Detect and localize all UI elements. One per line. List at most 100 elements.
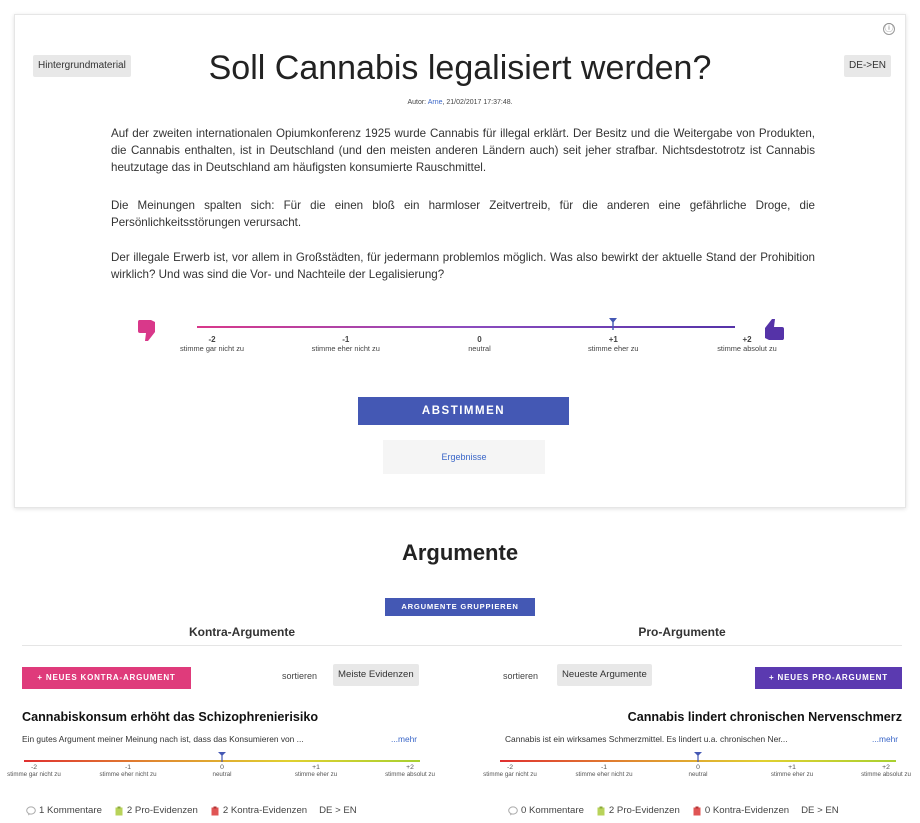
scale-tick[interactable]: 0 neutral (440, 335, 520, 353)
clipboard-icon (115, 806, 123, 815)
scale-marker-icon[interactable] (608, 318, 618, 330)
kontra-argument-text: Ein gutes Argument meiner Meinung nach i… (22, 734, 304, 744)
tick-number: +2 (882, 764, 890, 771)
tick-label: neutral (688, 771, 708, 779)
pro-evidence-count: 2 Pro-Evidenzen (608, 805, 680, 816)
kontra-argument-title[interactable]: Cannabiskonsum erhöht das Schizophrenier… (22, 710, 318, 724)
pro-sort-label: sortieren (503, 671, 539, 681)
kontra-sort-select[interactable]: Meiste Evidenzen (333, 664, 419, 686)
tick-label: neutral (212, 771, 232, 779)
rating-tick[interactable]: 0 neutral (192, 764, 252, 779)
pro-evidence-link[interactable]: 2 Pro-Evidenzen (114, 805, 198, 816)
clipboard-icon (693, 806, 701, 815)
tick-number: -2 (506, 764, 514, 771)
comments-count: 0 Kommentare (521, 805, 584, 816)
rating-marker-icon[interactable] (218, 752, 226, 762)
contra-evidence-link[interactable]: 0 Kontra-Evidenzen (692, 805, 789, 816)
divider (22, 645, 902, 646)
kontra-rating-scale[interactable]: -2 stimme gar nicht zu -1 stimme eher nich… (7, 752, 435, 792)
tick-number: +1 (608, 335, 618, 344)
tick-label: stimme absolut zu (861, 771, 911, 779)
rating-marker-icon[interactable] (694, 752, 702, 762)
pro-argument-text: Cannabis ist ein wirksames Schmerzmittel… (505, 734, 788, 744)
rating-tick[interactable]: +2 stimme absolut zu (380, 764, 440, 779)
intro-paragraph-2: Die Meinungen spalten sich: Für die eine… (111, 199, 815, 229)
author-date: , 21/02/2017 17:37:48. (442, 99, 513, 106)
rating-tick[interactable]: -2 stimme gar nicht zu (480, 764, 540, 779)
translate-link[interactable]: DE > EN (801, 805, 839, 816)
rating-tick[interactable]: -1 stimme eher nicht zu (98, 764, 158, 779)
comment-icon (508, 805, 518, 815)
contra-evidence-count: 2 Kontra-Evidenzen (222, 805, 308, 816)
tick-label: stimme gar nicht zu (7, 771, 61, 779)
tick-number: 0 (220, 764, 224, 771)
tick-number: -2 (30, 764, 38, 771)
group-arguments-button[interactable]: ARGUMENTE GRUPPIEREN (385, 598, 535, 616)
tick-number: -1 (600, 764, 608, 771)
tick-number: +2 (406, 764, 414, 771)
rating-tick[interactable]: +2 stimme absolut zu (856, 764, 916, 779)
vote-button[interactable]: ABSTIMMEN (358, 397, 569, 425)
tick-number: 0 (477, 335, 482, 344)
arguments-title: Argumente (401, 540, 519, 565)
contra-evidence-link[interactable]: 2 Kontra-Evidenzen (210, 805, 307, 816)
scale-tick[interactable]: -1 stimme eher nicht zu (306, 335, 386, 353)
scale-tick[interactable]: +1 stimme eher zu (573, 335, 653, 353)
tick-label: stimme eher nicht zu (575, 771, 633, 779)
intro-paragraph-3: Der illegale Erwerb ist, vor allem in Gr… (111, 251, 815, 281)
author-line: Autor: Arne, 21/02/2017 17:37:48. (15, 99, 905, 106)
clipboard-icon (211, 806, 219, 815)
scale-line[interactable] (197, 326, 735, 328)
author-prefix: Autor: (407, 99, 428, 106)
pro-rating-scale[interactable]: -2 stimme gar nicht zu -1 stimme eher nich… (483, 752, 911, 792)
pro-more-link[interactable]: ...mehr (872, 734, 898, 744)
question-card: ⓘ Hintergrundmaterial DE->EN Soll Cannab… (14, 14, 906, 508)
pro-evidence-link[interactable]: 2 Pro-Evidenzen (596, 805, 680, 816)
tick-number: +1 (312, 764, 320, 771)
rating-tick[interactable]: +1 stimme eher zu (286, 764, 346, 779)
rating-tick[interactable]: 0 neutral (668, 764, 728, 779)
tick-label: stimme eher zu (770, 771, 814, 779)
comments-link[interactable]: 1 Kommentare (26, 805, 102, 816)
page-title: Soll Cannabis legalisiert werden? (208, 49, 712, 87)
rating-tick[interactable]: -1 stimme eher nicht zu (574, 764, 634, 779)
pro-sort-select[interactable]: Neueste Argumente (557, 664, 652, 686)
results-button[interactable]: Ergebnisse (383, 440, 545, 474)
scale-tick[interactable]: -2 stimme gar nicht zu (172, 335, 252, 353)
tick-number: -2 (208, 335, 216, 344)
comments-count: 1 Kommentare (39, 805, 102, 816)
new-kontra-argument-button[interactable]: + NEUES KONTRA-ARGUMENT (22, 667, 191, 689)
pro-meta-row: 0 Kommentare 2 Pro-Evidenzen 0 Kontra-Ev… (508, 805, 839, 816)
kontra-heading: Kontra-Argumente (188, 625, 295, 639)
pro-evidence-count: 2 Pro-Evidenzen (126, 805, 198, 816)
tick-label: stimme gar nicht zu (179, 344, 245, 353)
comments-link[interactable]: 0 Kommentare (508, 805, 584, 816)
thumbs-down-icon[interactable] (135, 317, 161, 343)
author-link[interactable]: Arne (428, 99, 443, 106)
new-pro-argument-button[interactable]: + NEUES PRO-ARGUMENT (755, 667, 902, 689)
tick-label: stimme gar nicht zu (483, 771, 537, 779)
tick-label: stimme eher nicht zu (311, 344, 380, 353)
tick-number: 0 (696, 764, 700, 771)
tick-label: stimme eher zu (587, 344, 639, 353)
contra-evidence-count: 0 Kontra-Evidenzen (704, 805, 790, 816)
opinion-scale[interactable]: -2 stimme gar nicht zu -1 stimme eher nich… (135, 315, 785, 385)
translate-link[interactable]: DE > EN (319, 805, 357, 816)
tick-number: +1 (788, 764, 796, 771)
pro-heading: Pro-Argumente (638, 625, 726, 639)
rating-tick[interactable]: +1 stimme eher zu (762, 764, 822, 779)
tick-label: stimme absolut zu (385, 771, 435, 779)
comment-icon (26, 805, 36, 815)
rating-tick[interactable]: -2 stimme gar nicht zu (4, 764, 64, 779)
tick-label: stimme absolut zu (717, 344, 777, 353)
tick-label: stimme eher zu (294, 771, 338, 779)
pro-argument-title[interactable]: Cannabis lindert chronischen Nervenschme… (628, 710, 902, 724)
intro-paragraph-1: Auf der zweiten internationalen Opiumkon… (111, 127, 815, 174)
kontra-meta-row: 1 Kommentare 2 Pro-Evidenzen 2 Kontra-Ev… (26, 805, 357, 816)
kontra-sort-label: sortieren (282, 671, 318, 681)
tick-number: -1 (342, 335, 350, 344)
kontra-more-link[interactable]: ...mehr (391, 734, 417, 744)
info-icon[interactable]: ⓘ (883, 23, 895, 35)
thumbs-up-icon[interactable] (759, 317, 785, 343)
tick-label: neutral (468, 344, 491, 353)
